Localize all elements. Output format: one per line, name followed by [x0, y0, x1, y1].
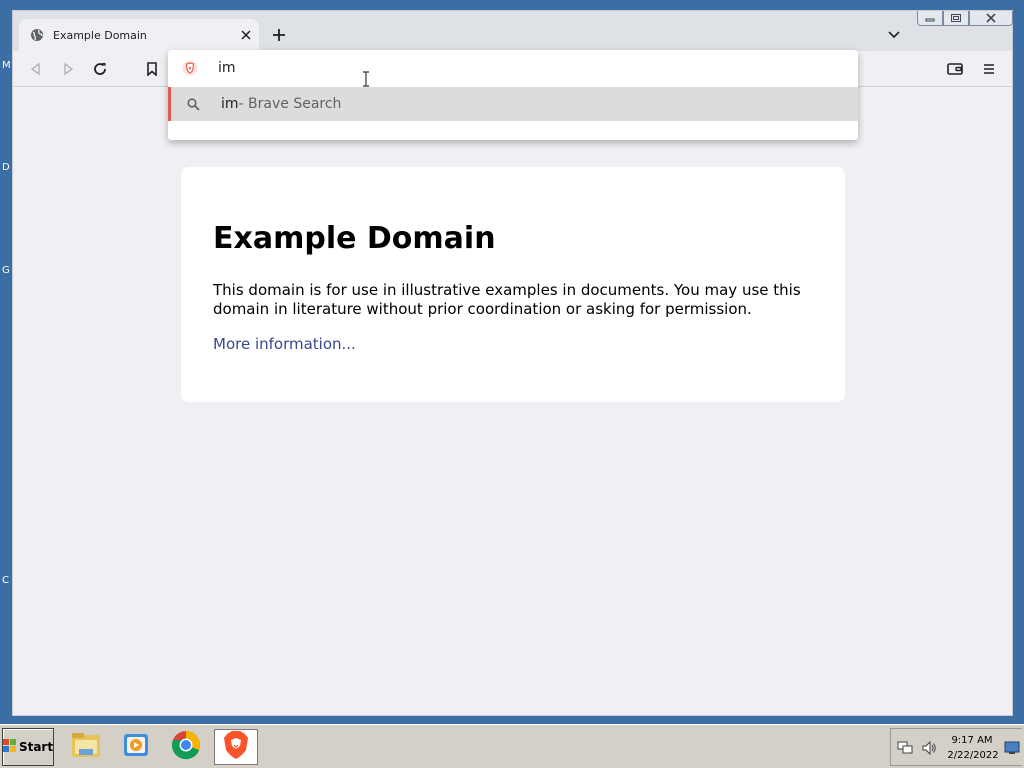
- menu-button[interactable]: [979, 59, 999, 79]
- clock-date[interactable]: 2/22/2022: [947, 750, 999, 761]
- clock-time[interactable]: 9:17 AM: [949, 735, 995, 746]
- restore-button[interactable]: [943, 11, 969, 26]
- wallet-button[interactable]: [945, 59, 965, 79]
- window-controls: [917, 11, 1013, 26]
- show-desktop-icon[interactable]: [1003, 740, 1021, 756]
- chrome-icon: [171, 730, 201, 764]
- close-tab-icon[interactable]: [235, 24, 257, 46]
- desktop-label-m[interactable]: M: [2, 60, 11, 71]
- new-tab-button[interactable]: [267, 25, 291, 45]
- brave-icon: [222, 730, 250, 764]
- back-button[interactable]: [26, 59, 46, 79]
- page-title: Example Domain: [213, 221, 496, 256]
- system-tray: 9:17 AM 2/22/2022: [890, 728, 1022, 766]
- close-window-button[interactable]: [969, 11, 1013, 26]
- page-paragraph: This domain is for use in illustrative e…: [213, 281, 801, 318]
- folder-icon: [70, 731, 102, 763]
- desktop-icon-labels: M D G C: [0, 0, 12, 720]
- page-content-card: Example Domain This domain is for use in…: [181, 167, 845, 402]
- bookmark-button[interactable]: [142, 59, 162, 79]
- desktop-label-g[interactable]: G: [2, 265, 10, 276]
- address-bar: [168, 50, 858, 86]
- file-explorer-taskbar-button[interactable]: [64, 729, 108, 765]
- minimize-button[interactable]: [917, 11, 943, 26]
- forward-button[interactable]: [58, 59, 78, 79]
- volume-icon[interactable]: [920, 740, 938, 756]
- start-button[interactable]: Start: [2, 728, 54, 766]
- media-player-taskbar-button[interactable]: [114, 729, 158, 765]
- taskbar: Start 9:17 AM 2/22/2022: [0, 724, 1024, 768]
- brave-shield-icon[interactable]: [182, 60, 198, 76]
- start-label: Start: [18, 740, 54, 754]
- windows-logo-icon: [2, 738, 17, 757]
- address-input[interactable]: [218, 60, 778, 76]
- desktop-label-c[interactable]: C: [2, 575, 9, 586]
- search-suggestion[interactable]: im - Brave Search: [168, 87, 858, 121]
- tab-search-chevron-icon[interactable]: [885, 26, 903, 44]
- desktop-label-d[interactable]: D: [2, 162, 10, 173]
- address-bar-dropdown: im - Brave Search: [168, 50, 858, 140]
- brave-taskbar-button[interactable]: [214, 729, 258, 765]
- reload-button[interactable]: [90, 59, 110, 79]
- media-player-icon: [121, 731, 151, 763]
- chrome-taskbar-button[interactable]: [164, 729, 208, 765]
- globe-icon: [29, 27, 45, 43]
- more-information-link[interactable]: More information...: [213, 335, 356, 353]
- tab-example-domain[interactable]: Example Domain: [19, 19, 259, 51]
- browser-window: Example Domain Example Domain This domai…: [12, 10, 1013, 716]
- search-icon: [185, 96, 201, 112]
- tab-title: Example Domain: [53, 28, 147, 42]
- suggestion-query: im: [221, 96, 239, 112]
- tab-strip: Example Domain: [13, 11, 1012, 51]
- suggestion-description: - Brave Search: [238, 96, 342, 112]
- network-icon[interactable]: [896, 740, 914, 756]
